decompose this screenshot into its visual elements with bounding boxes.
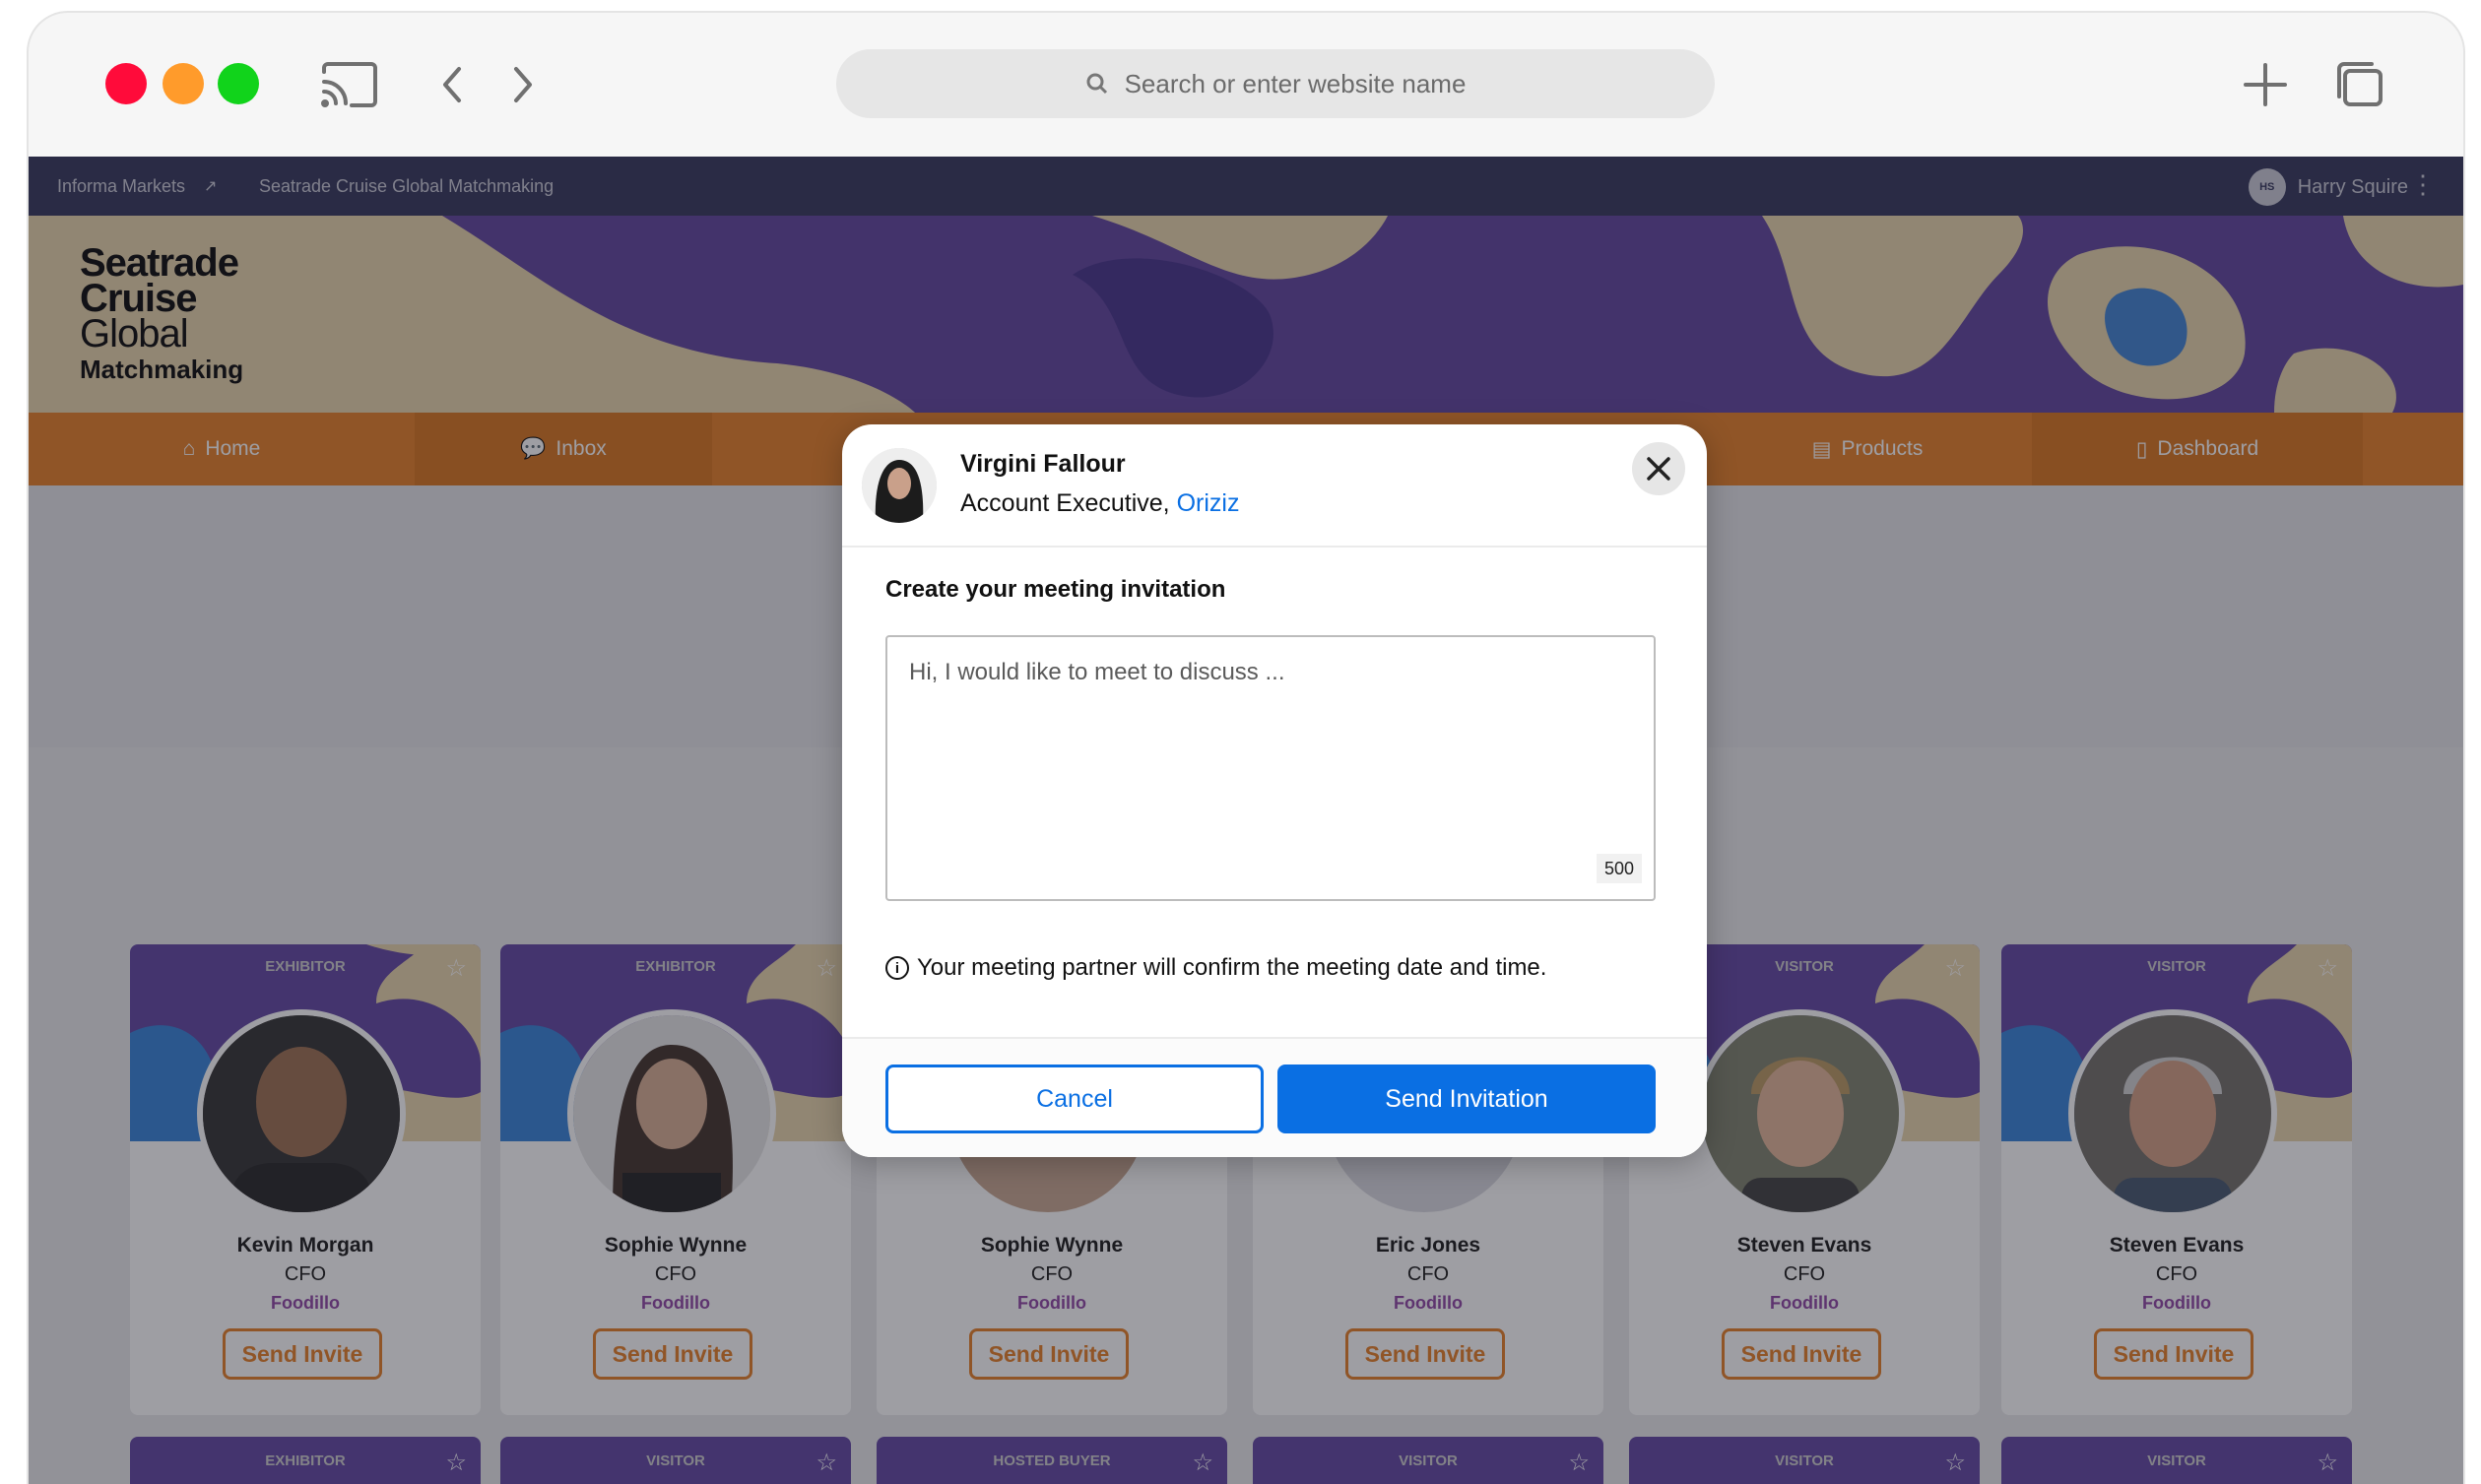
meeting-invitation-dialog: Virgini Fallour Account Executive, Orizi… <box>842 424 1707 1157</box>
search-icon <box>1086 73 1107 95</box>
contact-role: Account Executive, Oriziz <box>960 489 1239 518</box>
close-icon <box>1647 457 1670 481</box>
info-icon: i <box>885 956 909 980</box>
dialog-header: Virgini Fallour Account Executive, Orizi… <box>842 424 1707 548</box>
maximize-window-button[interactable] <box>218 63 259 104</box>
info-note: i Your meeting partner will confirm the … <box>885 954 1546 982</box>
contact-name: Virgini Fallour <box>960 450 1126 478</box>
dialog-heading: Create your meeting invitation <box>885 576 1226 603</box>
browser-window: Search or enter website name Informa Mar… <box>29 13 2463 1484</box>
contact-title: Account Executive, <box>960 489 1170 517</box>
forward-icon[interactable] <box>505 60 541 109</box>
meeting-message-input[interactable] <box>885 635 1656 901</box>
new-tab-icon[interactable] <box>2239 60 2292 109</box>
contact-company-link[interactable]: Oriziz <box>1177 489 1240 517</box>
cancel-button[interactable]: Cancel <box>885 1065 1264 1133</box>
character-counter: 500 <box>1597 854 1642 883</box>
contact-avatar <box>862 448 937 523</box>
address-placeholder: Search or enter website name <box>1124 68 1467 98</box>
close-dialog-button[interactable] <box>1632 442 1685 495</box>
browser-toolbar: Search or enter website name <box>29 13 2463 157</box>
send-invitation-button[interactable]: Send Invitation <box>1277 1065 1656 1133</box>
cast-icon[interactable] <box>316 60 381 109</box>
address-bar[interactable]: Search or enter website name <box>836 49 1715 118</box>
minimize-window-button[interactable] <box>163 63 204 104</box>
info-text: Your meeting partner will confirm the me… <box>917 954 1547 981</box>
close-window-button[interactable] <box>105 63 147 104</box>
back-icon[interactable] <box>434 60 470 109</box>
tabs-overview-icon[interactable] <box>2329 60 2388 109</box>
dialog-footer: Cancel Send Invitation <box>842 1037 1707 1157</box>
